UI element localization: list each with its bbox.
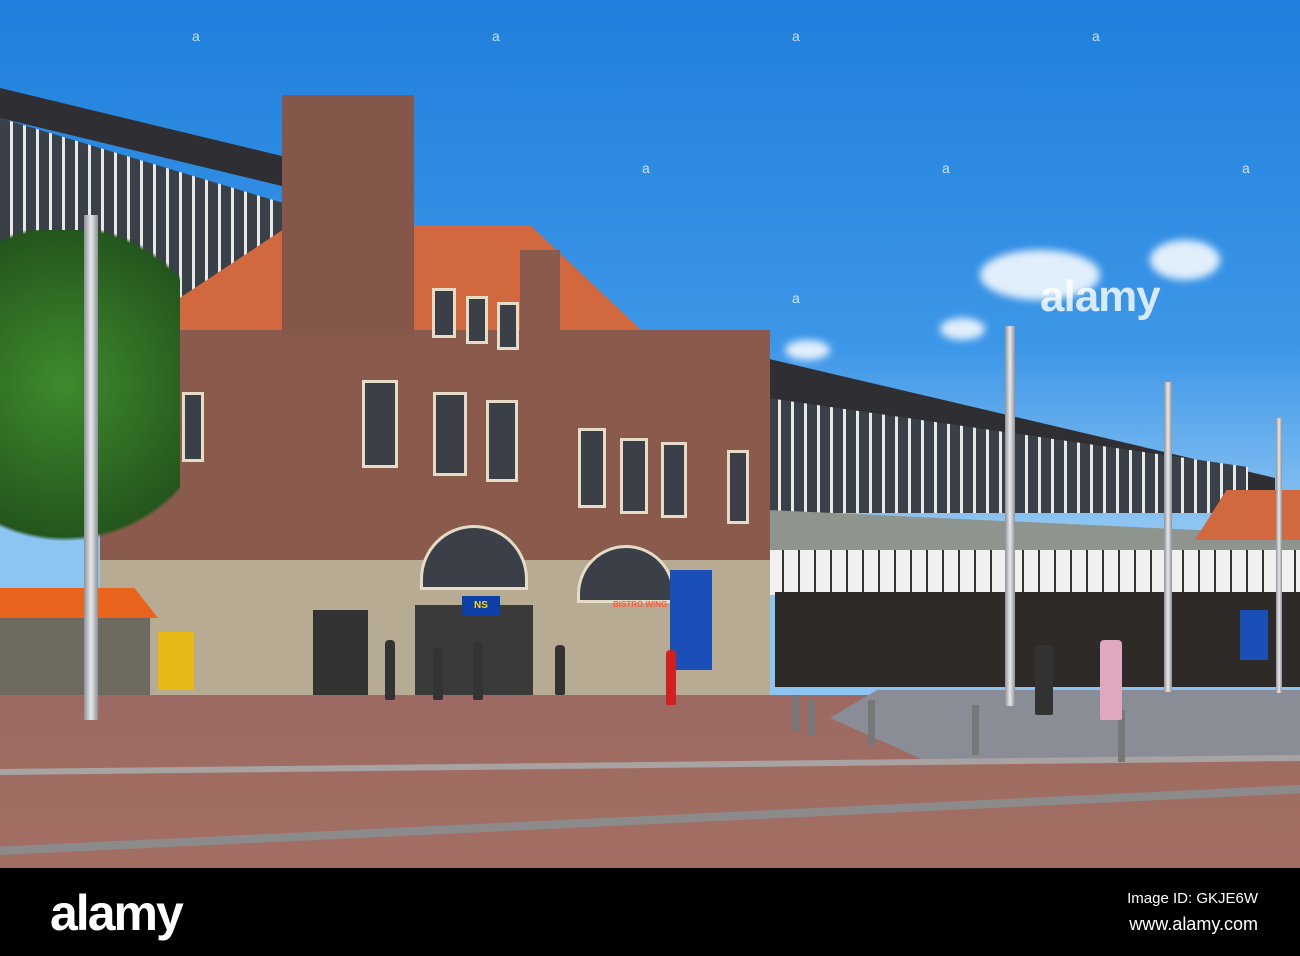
pedestrian <box>666 650 676 705</box>
info-board <box>670 570 712 670</box>
window <box>620 438 648 514</box>
light-pole <box>84 215 98 720</box>
alamy-logo: alamy <box>50 885 184 941</box>
gable <box>680 330 770 370</box>
window <box>727 450 749 524</box>
market-awning <box>0 588 158 618</box>
image-id: Image ID: GKJE6W <box>1127 890 1258 907</box>
bollard <box>972 705 979 755</box>
pedestrian <box>385 640 395 700</box>
watermark-mark: a <box>1092 28 1100 44</box>
light-pole <box>1005 326 1015 706</box>
cloud <box>785 340 830 360</box>
bollard <box>868 700 875 745</box>
photo-station-square: NS BISTRO WING a a a a a a a a alamy <box>0 0 1300 868</box>
watermark-mark: a <box>792 290 800 306</box>
window <box>432 288 456 338</box>
watermark-mark: a <box>192 28 200 44</box>
watermark-logo: alamy <box>1040 272 1161 321</box>
window <box>433 392 467 476</box>
canopy-fascia <box>768 550 1300 595</box>
side-door <box>313 610 368 700</box>
watermark-mark: a <box>942 160 950 176</box>
footer-bar <box>0 868 1300 956</box>
watermark-mark: a <box>792 28 800 44</box>
light-pole <box>1164 382 1172 692</box>
website-link[interactable]: www.alamy.com <box>1129 914 1258 935</box>
window <box>182 392 204 462</box>
bollard <box>792 695 799 731</box>
ticket-machine <box>158 632 194 690</box>
walkway <box>830 690 1300 760</box>
pedestrian <box>433 648 443 700</box>
cloud <box>940 318 985 340</box>
window <box>497 302 519 350</box>
ns-logo-sign: NS <box>462 596 500 616</box>
info-board <box>1240 610 1268 660</box>
pedestrian <box>473 642 483 700</box>
window <box>486 400 518 482</box>
gable <box>520 250 560 340</box>
window <box>578 428 606 508</box>
tower <box>282 95 414 335</box>
bollard <box>808 700 815 736</box>
window <box>362 380 398 468</box>
pedestrian <box>1035 645 1053 715</box>
shop-sign: BISTRO WING <box>613 600 668 609</box>
watermark-mark: a <box>642 160 650 176</box>
light-pole <box>1276 418 1282 693</box>
window <box>466 296 488 344</box>
pedestrian <box>1100 640 1122 720</box>
watermark-mark: a <box>1242 160 1250 176</box>
pedestrian <box>555 645 565 695</box>
watermark-mark: a <box>492 28 500 44</box>
window <box>661 442 687 518</box>
cloud <box>1150 240 1220 280</box>
